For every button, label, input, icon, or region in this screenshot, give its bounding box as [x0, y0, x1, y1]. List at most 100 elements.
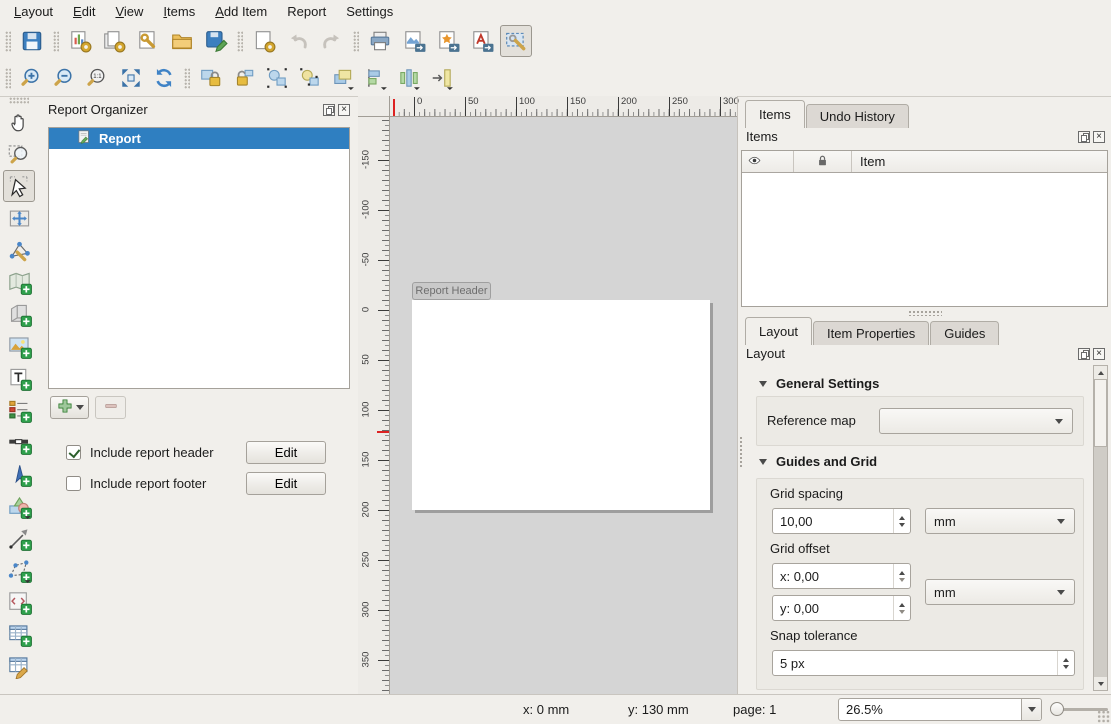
- duplicate-layout-button[interactable]: [98, 25, 130, 57]
- refresh-view-button[interactable]: [148, 63, 179, 93]
- group-items-button[interactable]: [261, 63, 292, 93]
- add-3d-map-tool-button[interactable]: [3, 298, 35, 330]
- scroll-up-icon[interactable]: [1094, 366, 1107, 379]
- scrollbar-thumb[interactable]: [1094, 379, 1107, 447]
- dock-tab-item-properties[interactable]: Item Properties: [813, 321, 929, 345]
- zoom-combo-dropdown-button[interactable]: [1021, 699, 1041, 720]
- toolbar-drag-handle[interactable]: [184, 68, 190, 89]
- add-html-tool-button[interactable]: [3, 586, 35, 618]
- report-page[interactable]: [412, 300, 710, 510]
- add-fixed-table-tool-button[interactable]: [3, 650, 35, 682]
- grid-offset-x-spinbox[interactable]: [772, 563, 911, 589]
- float-panel-icon[interactable]: [323, 104, 335, 116]
- grid-spacing-input[interactable]: [773, 509, 893, 533]
- horizontal-ruler[interactable]: 050100150200250300: [390, 96, 737, 117]
- dock-tab-undo-history[interactable]: Undo History: [806, 104, 909, 128]
- unlock-all-items-button[interactable]: [228, 63, 259, 93]
- pan-layout-tool-button[interactable]: [3, 106, 35, 138]
- resize-selected-items-button[interactable]: [426, 63, 457, 93]
- grid-spacing-unit-combo[interactable]: mm: [925, 508, 1075, 534]
- add-legend-tool-button[interactable]: [3, 394, 35, 426]
- add-label-tool-button[interactable]: [3, 362, 35, 394]
- zoom-slider-handle[interactable]: [1050, 702, 1064, 716]
- edit-header-button[interactable]: Edit: [246, 441, 326, 464]
- add-map-tool-button[interactable]: [3, 266, 35, 298]
- scroll-down-icon[interactable]: [1094, 677, 1107, 690]
- export-as-pdf-button[interactable]: [466, 25, 498, 57]
- layout-properties-button[interactable]: [132, 25, 164, 57]
- zoom-level-input[interactable]: [839, 699, 1021, 720]
- window-resize-grip[interactable]: [1097, 710, 1110, 723]
- float-panel-icon[interactable]: [1078, 131, 1090, 143]
- toolbar-drag-handle[interactable]: [53, 31, 59, 52]
- snap-tolerance-spinbox[interactable]: [772, 650, 1075, 676]
- tree-item-report[interactable]: Report: [49, 128, 349, 149]
- distribute-selected-items-button[interactable]: [393, 63, 424, 93]
- map-settings-button[interactable]: [500, 25, 532, 57]
- include-report-header-checkbox[interactable]: [66, 445, 81, 460]
- raise-selected-items-button[interactable]: [327, 63, 358, 93]
- edit-nodes-item-tool-button[interactable]: [3, 234, 35, 266]
- zoom-full-button[interactable]: [115, 63, 146, 93]
- menu-add-item[interactable]: Add Item: [205, 2, 277, 21]
- close-panel-icon[interactable]: [1093, 348, 1105, 360]
- menu-items[interactable]: Items: [153, 2, 205, 21]
- spin-arrows[interactable]: [893, 596, 910, 620]
- dock-tab-items[interactable]: Items: [745, 100, 805, 128]
- visibility-column-header[interactable]: [742, 151, 794, 172]
- zoom-in-button[interactable]: [16, 63, 47, 93]
- canvas-viewport[interactable]: Report Header: [390, 117, 737, 695]
- add-attribute-table-tool-button[interactable]: [3, 618, 35, 650]
- float-panel-icon[interactable]: [1078, 348, 1090, 360]
- menu-view[interactable]: View: [105, 2, 153, 21]
- general-settings-section-header[interactable]: General Settings: [759, 376, 879, 391]
- vertical-ruler[interactable]: -150-100-50050100150200250300350: [358, 117, 390, 695]
- toolbar-drag-handle[interactable]: [5, 68, 11, 89]
- align-selected-items-button[interactable]: [360, 63, 391, 93]
- close-panel-icon[interactable]: [1093, 131, 1105, 143]
- reference-map-combo[interactable]: [879, 408, 1073, 434]
- ungroup-items-button[interactable]: [294, 63, 325, 93]
- snap-tolerance-input[interactable]: [773, 651, 1057, 675]
- zoom-out-button[interactable]: [49, 63, 80, 93]
- include-report-footer-checkbox[interactable]: [66, 476, 81, 491]
- spin-arrows[interactable]: [893, 564, 910, 588]
- menu-report[interactable]: Report: [277, 2, 336, 21]
- guides-and-grid-section-header[interactable]: Guides and Grid: [759, 454, 877, 469]
- export-as-image-button[interactable]: [398, 25, 430, 57]
- select-move-item-tool-button[interactable]: [3, 170, 35, 202]
- menu-edit[interactable]: Edit: [63, 2, 105, 21]
- add-picture-tool-button[interactable]: [3, 330, 35, 362]
- item-column-header[interactable]: Item: [852, 151, 1107, 172]
- vertical-scrollbar[interactable]: [1093, 365, 1108, 691]
- zoom-actual-button[interactable]: 1:1: [82, 63, 113, 93]
- save-project-button[interactable]: [16, 25, 48, 57]
- add-arrow-tool-button[interactable]: [3, 522, 35, 554]
- move-item-content-tool-button[interactable]: [3, 202, 35, 234]
- add-node-item-tool-button[interactable]: [3, 554, 35, 586]
- lock-column-header[interactable]: [794, 151, 852, 172]
- toolbar-drag-handle[interactable]: [9, 97, 29, 104]
- grid-spacing-spinbox[interactable]: [772, 508, 911, 534]
- add-scale-bar-tool-button[interactable]: [3, 426, 35, 458]
- export-as-svg-button[interactable]: [432, 25, 464, 57]
- spin-arrows[interactable]: [1057, 651, 1074, 675]
- new-layout-button[interactable]: [248, 25, 280, 57]
- grid-offset-y-input[interactable]: [773, 596, 893, 620]
- new-report-button[interactable]: [64, 25, 96, 57]
- print-button[interactable]: [364, 25, 396, 57]
- toolbar-drag-handle[interactable]: [353, 31, 359, 52]
- add-section-button[interactable]: [50, 396, 89, 419]
- lock-selected-items-button[interactable]: [195, 63, 226, 93]
- zoom-level-combo[interactable]: [838, 698, 1042, 721]
- menu-layout[interactable]: Layout: [4, 2, 63, 21]
- add-items-from-template-button[interactable]: [166, 25, 198, 57]
- add-north-arrow-tool-button[interactable]: [3, 458, 35, 490]
- toolbar-drag-handle[interactable]: [237, 31, 243, 52]
- grid-offset-y-spinbox[interactable]: [772, 595, 911, 621]
- zoom-tool-button[interactable]: [3, 138, 35, 170]
- menu-settings[interactable]: Settings: [336, 2, 403, 21]
- spin-arrows[interactable]: [893, 509, 910, 533]
- grid-offset-x-input[interactable]: [773, 564, 893, 588]
- grid-offset-unit-combo[interactable]: mm: [925, 579, 1075, 605]
